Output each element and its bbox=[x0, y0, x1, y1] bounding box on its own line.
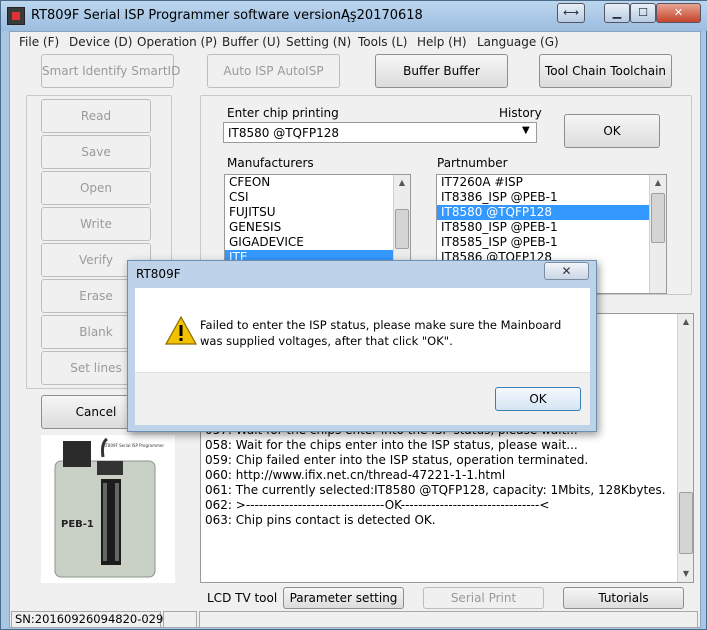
list-item[interactable]: IT8386_ISP @PEB-1 bbox=[437, 190, 666, 205]
status-panel bbox=[163, 611, 197, 628]
serial-number: SN:20160926094820-029065 bbox=[11, 611, 185, 628]
log-scrollbar[interactable]: ▲ ▼ bbox=[677, 314, 693, 582]
list-item[interactable]: IT7260A #ISP bbox=[437, 175, 666, 190]
list-item[interactable]: CFEON bbox=[225, 175, 410, 190]
log-line: 063: Chip pins contact is detected OK. bbox=[205, 513, 436, 527]
status-bar: SN:20160926094820-029065 bbox=[10, 611, 700, 628]
list-item[interactable]: IT8585_ISP @PEB-1 bbox=[437, 235, 666, 250]
list-item-selected[interactable]: IT8580 @TQFP128 bbox=[437, 205, 666, 220]
log-line: 060: http://www.ifix.net.cn/thread-47221… bbox=[205, 468, 506, 482]
chip-ok-button[interactable]: OK bbox=[564, 114, 660, 148]
history-label: History bbox=[499, 106, 542, 120]
open-button[interactable]: Open bbox=[41, 171, 151, 205]
chip-printing-combobox[interactable]: IT8580 @TQFP128 ▼ bbox=[223, 122, 537, 143]
dialog-ok-button[interactable]: OK bbox=[495, 387, 581, 411]
tool-chain-button[interactable]: Tool Chain Toolchain bbox=[539, 54, 672, 88]
partnumber-scrollbar[interactable]: ▲ bbox=[649, 175, 666, 293]
log-line: 059: Chip failed enter into the ISP stat… bbox=[205, 453, 589, 467]
close-button[interactable]: ✕ bbox=[656, 3, 701, 23]
dialog-message: Failed to enter the ISP status, please m… bbox=[200, 318, 562, 348]
adapter-header-text: RT809F Serial ISP Programmer bbox=[103, 443, 164, 448]
app-icon bbox=[7, 7, 25, 25]
serial-print-button[interactable]: Serial Print bbox=[423, 587, 544, 609]
scroll-up-icon[interactable]: ▲ bbox=[650, 175, 666, 191]
save-button[interactable]: Save bbox=[41, 135, 151, 169]
buffer-button[interactable]: Buffer Buffer bbox=[375, 54, 508, 88]
read-button[interactable]: Read bbox=[41, 99, 151, 133]
dialog-body: Failed to enter the ISP status, please m… bbox=[135, 288, 590, 372]
log-line: 061: The currently selected:IT8580 @TQFP… bbox=[205, 483, 666, 497]
menu-device[interactable]: Device (D) bbox=[69, 35, 132, 49]
adapter-label: PEB-1 bbox=[61, 519, 94, 530]
menu-help[interactable]: Help (H) bbox=[417, 35, 467, 49]
scroll-up-icon[interactable]: ▲ bbox=[394, 175, 410, 191]
auto-isp-button[interactable]: Auto ISP AutoISP bbox=[207, 54, 340, 88]
list-item[interactable]: GIGADEVICE bbox=[225, 235, 410, 250]
list-item[interactable]: CSI bbox=[225, 190, 410, 205]
adapter-image: PEB-1 RT809F Serial ISP Programmer bbox=[41, 435, 175, 583]
title-bar[interactable]: RT809F Serial ISP Programmer software ve… bbox=[1, 1, 707, 31]
maximize-button[interactable]: ☐ bbox=[630, 3, 656, 23]
list-item[interactable]: FUJITSU bbox=[225, 205, 410, 220]
menu-setting[interactable]: Setting (N) bbox=[286, 35, 351, 49]
dialog-title: RT809F bbox=[136, 267, 181, 281]
write-button[interactable]: Write bbox=[41, 207, 151, 241]
chip-printing-value: IT8580 @TQFP128 bbox=[228, 126, 340, 140]
log-line: 062: >--------------------------------OK… bbox=[205, 498, 550, 512]
scroll-thumb[interactable] bbox=[651, 193, 665, 243]
window-title: RT809F Serial ISP Programmer software ve… bbox=[31, 8, 423, 23]
smart-identify-button[interactable]: Smart Identify SmartID bbox=[41, 54, 180, 88]
warning-icon bbox=[164, 315, 198, 346]
menu-buffer[interactable]: Buffer (U) bbox=[222, 35, 280, 49]
menu-operation[interactable]: Operation (P) bbox=[137, 35, 217, 49]
log-line: 058: Wait for the chips enter into the I… bbox=[205, 438, 578, 452]
dropdown-arrow-icon[interactable]: ▼ bbox=[522, 125, 530, 136]
manufacturers-label: Manufacturers bbox=[227, 156, 314, 170]
dialog-close-button[interactable]: ✕ bbox=[544, 262, 589, 280]
list-item[interactable]: IT8580_ISP @PEB-1 bbox=[437, 220, 666, 235]
enter-chip-label: Enter chip printing bbox=[227, 106, 339, 120]
peb-1-adapter-picture: PEB-1 RT809F Serial ISP Programmer bbox=[54, 437, 164, 578]
resize-arrows-icon[interactable]: ⟷ bbox=[557, 3, 585, 23]
scroll-thumb[interactable] bbox=[395, 209, 409, 249]
lcd-tv-tool-label: LCD TV tool bbox=[207, 591, 278, 605]
scroll-up-icon[interactable]: ▲ bbox=[678, 314, 693, 330]
progress-panel bbox=[199, 611, 698, 628]
scroll-down-icon[interactable]: ▼ bbox=[678, 566, 693, 582]
scroll-thumb[interactable] bbox=[679, 492, 693, 554]
tutorials-button[interactable]: Tutorials bbox=[563, 587, 684, 609]
menu-language[interactable]: Language (G) bbox=[477, 35, 559, 49]
menu-tools[interactable]: Tools (L) bbox=[358, 35, 407, 49]
error-dialog: RT809F ✕ Failed to enter the ISP status,… bbox=[127, 260, 597, 432]
list-item[interactable]: GENESIS bbox=[225, 220, 410, 235]
parameter-setting-button[interactable]: Parameter setting bbox=[283, 587, 404, 609]
minimize-button[interactable]: ▁ bbox=[604, 3, 630, 23]
dialog-footer: OK bbox=[135, 372, 590, 425]
menu-file[interactable]: File (F) bbox=[19, 35, 59, 49]
menu-bar: File (F) Device (D) Operation (P) Buffer… bbox=[10, 32, 700, 52]
partnumber-label: Partnumber bbox=[437, 156, 508, 170]
main-window: RT809F Serial ISP Programmer software ve… bbox=[0, 0, 707, 630]
